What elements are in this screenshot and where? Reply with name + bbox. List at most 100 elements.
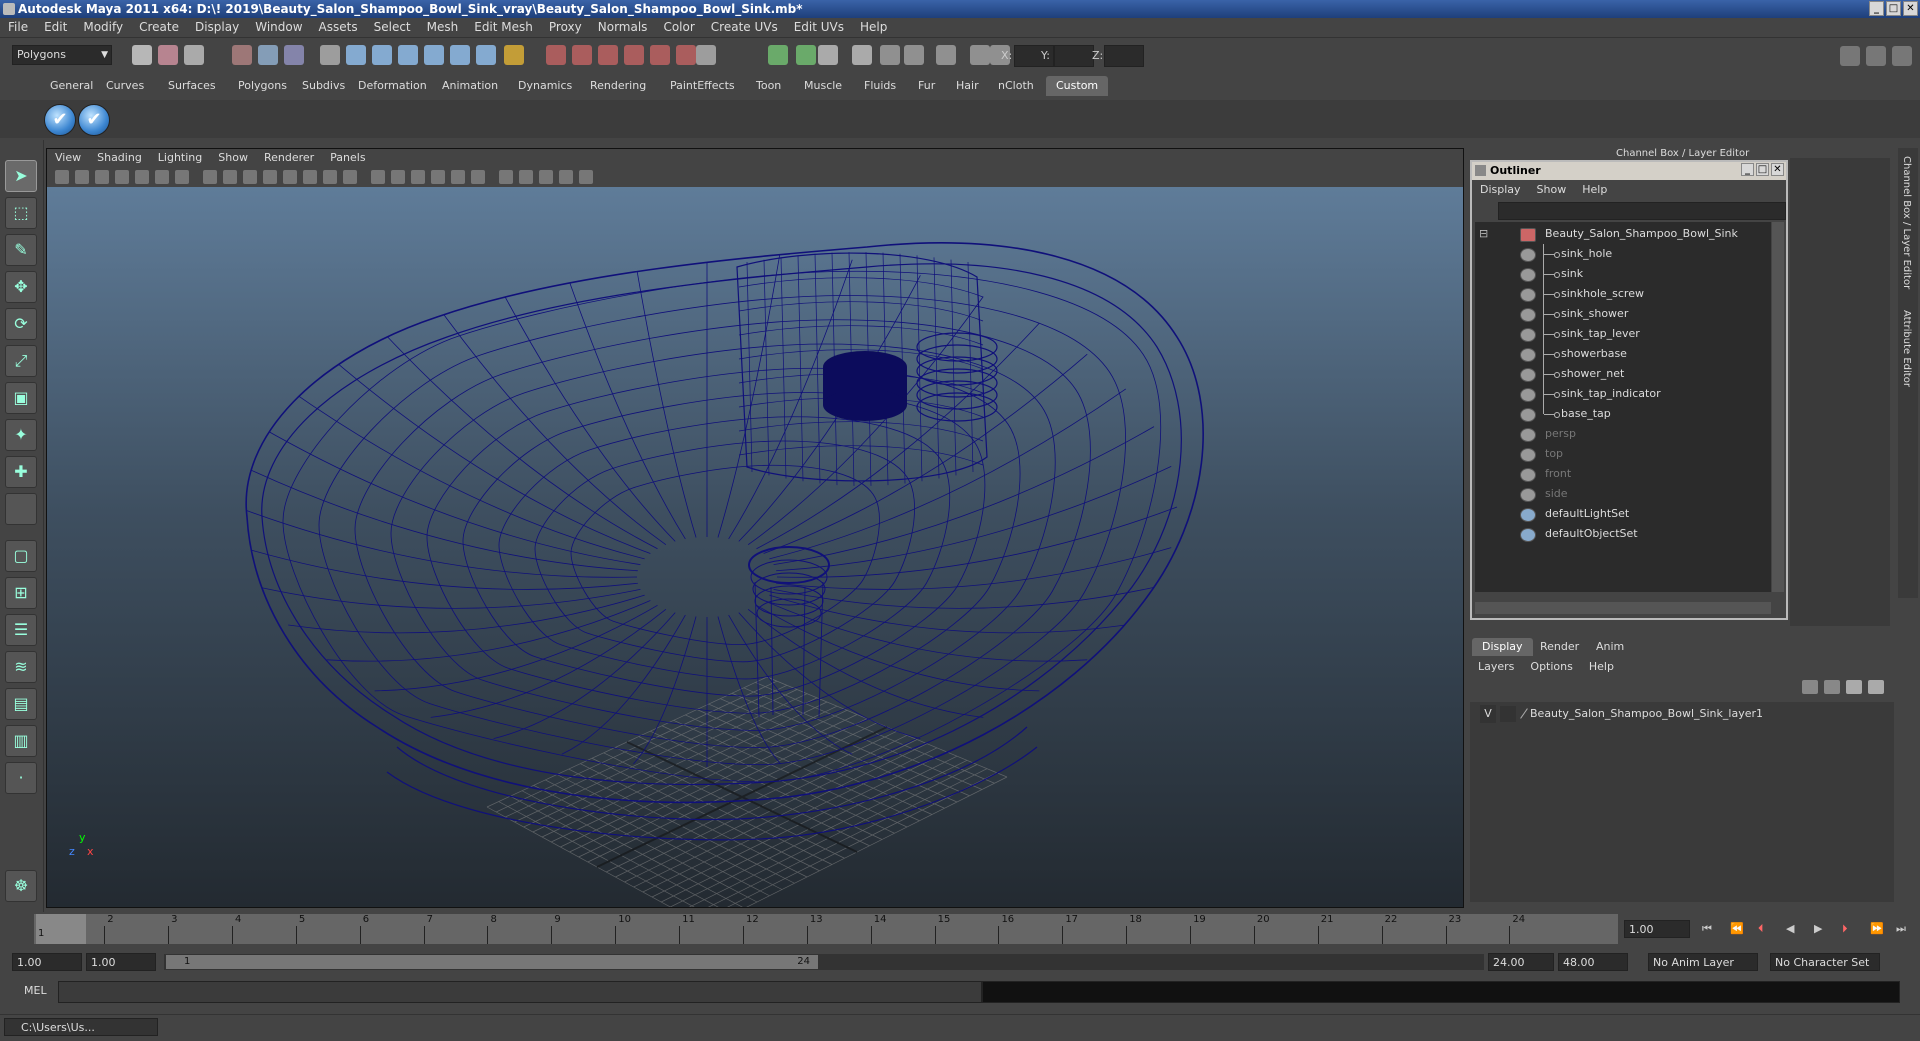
status-tool-icon-19[interactable]: [650, 45, 670, 65]
shelf-tab-custom[interactable]: Custom: [1046, 76, 1109, 96]
outliner-horizontal-scrollbar[interactable]: [1475, 602, 1771, 614]
viewport-toolbar-icon-24[interactable]: [539, 170, 553, 184]
outliner-tree[interactable]: Beauty_Salon_Shampoo_Bowl_Sink ⊟ sink_hole…: [1475, 222, 1771, 592]
shelf-tab-deformation[interactable]: Deformation: [348, 76, 437, 96]
viewport-toolbar-icon-11[interactable]: [263, 170, 277, 184]
status-tool-icon-8[interactable]: [346, 45, 366, 65]
status-tool-icon-28[interactable]: [936, 45, 956, 65]
layer-row[interactable]: V Beauty_Salon_Shampoo_Bowl_Sink_layer1: [1474, 705, 1884, 723]
outliner-menu-display[interactable]: Display: [1472, 180, 1529, 199]
status-tool-icon-5[interactable]: [258, 45, 278, 65]
viewport-toolbar-icon-15[interactable]: [343, 170, 357, 184]
outliner-minimize-button[interactable]: _: [1741, 163, 1754, 176]
shelf-tab-painteffects[interactable]: PaintEffects: [660, 76, 745, 96]
time-slider[interactable]: 1234567891011121314151617181920212223241…: [0, 912, 1920, 948]
viewport-toolbar-icon-2[interactable]: [75, 170, 89, 184]
viewport-canvas[interactable]: y x z: [47, 187, 1463, 907]
outliner-menu-help[interactable]: Help: [1574, 180, 1615, 199]
shelf-tab-general[interactable]: General: [40, 76, 103, 96]
viewport-menu-shading[interactable]: Shading: [89, 149, 150, 167]
menu-display[interactable]: Display: [187, 18, 247, 37]
menu-assets[interactable]: Assets: [311, 18, 366, 37]
viewport-toolbar-icon-20[interactable]: [451, 170, 465, 184]
shelf-tab-fur[interactable]: Fur: [908, 76, 945, 96]
shelf-check-button-2[interactable]: ✔: [78, 104, 110, 136]
lasso-tool-icon[interactable]: ⬚: [5, 197, 37, 229]
play-backwards-button[interactable]: ◀: [1786, 922, 1794, 935]
script-layout-icon[interactable]: ▥: [5, 725, 37, 757]
outliner-item-defaultobjectset[interactable]: defaultObjectSet: [1475, 524, 1771, 544]
status-tool-icon-21[interactable]: [696, 45, 716, 65]
status-tool-icon-29[interactable]: [970, 45, 990, 65]
status-tool-icon-11[interactable]: [424, 45, 444, 65]
menu-help[interactable]: Help: [852, 18, 895, 37]
shelf-tab-curves[interactable]: Curves: [96, 76, 154, 96]
viewport-toolbar-icon-9[interactable]: [223, 170, 237, 184]
status-tool-icon-27[interactable]: [904, 45, 924, 65]
tool-settings-icon[interactable]: [1892, 46, 1912, 66]
layer-menu-options[interactable]: Options: [1522, 658, 1580, 676]
viewport-toolbar-icon-13[interactable]: [303, 170, 317, 184]
viewport-toolbar-icon-4[interactable]: [115, 170, 129, 184]
status-tool-icon-7[interactable]: [320, 45, 340, 65]
outliner-menu-show[interactable]: Show: [1529, 180, 1575, 199]
playback-start-field[interactable]: 1.00: [86, 953, 156, 971]
step-forward-key-button[interactable]: ⏵: [1842, 922, 1848, 936]
shelf-tab-hair[interactable]: Hair: [946, 76, 989, 96]
minimized-window-item[interactable]: C:\Users\Us...: [4, 1018, 158, 1036]
shelf-tab-fluids[interactable]: Fluids: [854, 76, 906, 96]
menu-window[interactable]: Window: [247, 18, 310, 37]
y-input[interactable]: [1054, 45, 1094, 67]
status-tool-icon-18[interactable]: [624, 45, 644, 65]
outliner-item-base-tap[interactable]: base_tap: [1475, 404, 1771, 424]
status-tool-icon-2[interactable]: [158, 45, 178, 65]
menu-edit[interactable]: Edit: [36, 18, 75, 37]
z-input[interactable]: [1104, 45, 1144, 67]
command-input[interactable]: [58, 981, 982, 1003]
select-tool-icon[interactable]: ➤: [5, 160, 37, 192]
perspective-viewport[interactable]: View Shading Lighting Show Renderer Panels y …: [46, 148, 1464, 908]
go-to-start-button[interactable]: ⏮: [1702, 922, 1712, 936]
layer-tab-anim[interactable]: Anim: [1586, 638, 1634, 656]
viewport-toolbar-icon-26[interactable]: [579, 170, 593, 184]
viewport-toolbar-icon-6[interactable]: [155, 170, 169, 184]
side-tab-channel-box[interactable]: Channel Box / Layer Editor: [1901, 156, 1912, 289]
manipulator-tool-icon[interactable]: ▣: [5, 382, 37, 414]
layer-color-swatch[interactable]: [1520, 708, 1528, 719]
viewport-toolbar-icon-22[interactable]: [499, 170, 513, 184]
shelf-tab-subdivs[interactable]: Subdivs: [292, 76, 355, 96]
status-tool-icon-3[interactable]: [184, 45, 204, 65]
viewport-toolbar-icon-17[interactable]: [391, 170, 405, 184]
animation-end-field[interactable]: 48.00: [1558, 953, 1628, 971]
viewport-menu-panels[interactable]: Panels: [322, 149, 373, 167]
viewport-toolbar-icon-19[interactable]: [431, 170, 445, 184]
shelf-tab-dynamics[interactable]: Dynamics: [508, 76, 582, 96]
menu-file[interactable]: File: [0, 18, 36, 37]
menu-create[interactable]: Create: [131, 18, 187, 37]
viewport-menu-lighting[interactable]: Lighting: [150, 149, 210, 167]
shelf-check-button-1[interactable]: ✔: [44, 104, 76, 136]
rotate-tool-icon[interactable]: ⟳: [5, 308, 37, 340]
outliner-item-camera-top[interactable]: top: [1475, 444, 1771, 464]
viewport-toolbar-icon-3[interactable]: [95, 170, 109, 184]
hotbox-icon[interactable]: ☸: [5, 870, 37, 902]
status-tool-icon-16[interactable]: [572, 45, 592, 65]
single-view-layout-icon[interactable]: ▢: [5, 540, 37, 572]
shelf-tab-surfaces[interactable]: Surfaces: [158, 76, 226, 96]
close-button[interactable]: ✕: [1903, 1, 1918, 16]
outliner-item-sink-shower[interactable]: sink_shower: [1475, 304, 1771, 324]
status-tool-icon-14[interactable]: [504, 45, 524, 65]
outliner-item-showerbase[interactable]: showerbase: [1475, 344, 1771, 364]
layer-menu-layers[interactable]: Layers: [1470, 658, 1522, 676]
menu-color[interactable]: Color: [655, 18, 702, 37]
move-layer-down-icon[interactable]: [1824, 680, 1840, 694]
outliner-layout-icon[interactable]: ☰: [5, 614, 37, 646]
outliner-vertical-scrollbar[interactable]: [1772, 222, 1784, 592]
outliner-filter-input[interactable]: [1498, 202, 1786, 220]
status-tool-icon-13[interactable]: [476, 45, 496, 65]
shelf-tab-muscle[interactable]: Muscle: [794, 76, 852, 96]
viewport-toolbar-icon-21[interactable]: [471, 170, 485, 184]
layer-menu-help[interactable]: Help: [1581, 658, 1622, 676]
status-tool-icon-10[interactable]: [398, 45, 418, 65]
status-tool-icon-26[interactable]: [880, 45, 900, 65]
